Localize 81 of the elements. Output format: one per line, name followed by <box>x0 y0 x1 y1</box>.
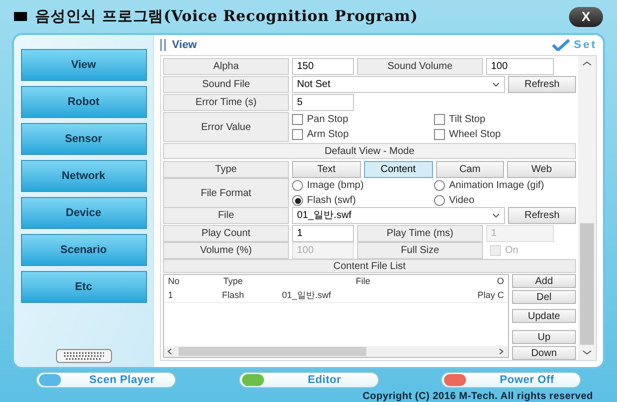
table-cell-text: 01_일반.swf <box>281 289 332 302</box>
file-label: File <box>163 207 289 224</box>
play-time-field: 1 <box>486 225 554 242</box>
list-button[interactable]: Add <box>512 274 576 288</box>
volume-label: Volume (%) <box>163 242 289 259</box>
chevron-icon <box>492 82 500 87</box>
footer-button[interactable]: Editor <box>238 372 378 388</box>
menu-button[interactable]: Robot <box>20 86 146 118</box>
checkbox[interactable] <box>292 129 303 140</box>
copyright-text: Copyright (C) 2016 M-Tech. All rights reserved <box>362 390 593 402</box>
list-button[interactable]: Down <box>512 346 576 360</box>
list-button[interactable]: Update <box>512 309 576 323</box>
window-title: 음성인식 프로그램(Voice Recognition Program) <box>35 6 418 28</box>
file-dropdown[interactable]: 01_일반.swf <box>292 207 505 224</box>
panel-title: View <box>172 38 197 53</box>
sound-file-label: Sound File <box>163 76 289 93</box>
type-tab[interactable]: Text <box>292 161 361 178</box>
refresh-button[interactable]: Refresh <box>508 76 576 93</box>
checkbox[interactable] <box>434 114 445 125</box>
table-row[interactable]: 1 Flash 01_일반.swf Play C <box>164 289 508 303</box>
menu-button[interactable]: Network <box>20 160 146 192</box>
content-list-title: Content File List <box>163 259 576 273</box>
radio-label: Video <box>449 194 474 208</box>
error-time-label: Error Time (s) <box>163 94 289 111</box>
play-count-field[interactable]: 1 <box>292 225 354 242</box>
checkbox-label: Pan Stop <box>307 113 348 127</box>
vertical-scrollbar[interactable] <box>578 56 596 360</box>
play-time-label: Play Time (ms) <box>357 225 483 242</box>
horizontal-scrollbar[interactable] <box>164 346 508 357</box>
radio-label: Flash (swf) <box>307 194 356 208</box>
footer-button[interactable]: Power Off <box>441 372 581 388</box>
radio-button[interactable] <box>434 180 445 191</box>
checkbox[interactable] <box>434 129 445 140</box>
menu-button[interactable]: Sensor <box>20 123 146 155</box>
column-header: File <box>354 275 372 288</box>
table-cell-text: Flash <box>220 289 245 302</box>
checkbox-label: On <box>505 244 518 258</box>
checkbox-label: Tilt Stop <box>449 113 486 127</box>
square-icon <box>14 12 27 21</box>
file-format-label: File Format <box>163 178 289 208</box>
radio-label: Animation Image (gif) <box>449 179 544 193</box>
table-cell-text: 1 <box>167 289 174 302</box>
type-tab[interactable]: Cam <box>436 161 504 178</box>
alpha-field[interactable]: 150 <box>292 58 354 75</box>
keyboard-icon[interactable] <box>56 349 112 363</box>
alpha-label: Alpha <box>163 58 289 75</box>
sound-file-dropdown[interactable]: Not Set <box>292 76 505 93</box>
mode-header: Default View - Mode <box>163 143 576 159</box>
menu-button[interactable]: Scenario <box>20 234 146 266</box>
sound-volume-field[interactable]: 100 <box>486 58 554 75</box>
type-label: Type <box>163 161 289 178</box>
menu-button[interactable]: View <box>20 49 146 81</box>
play-count-label: Play Count <box>163 225 289 242</box>
refresh-button[interactable]: Refresh <box>508 207 576 224</box>
checkbox[interactable] <box>292 114 303 125</box>
volume-field: 100 <box>292 242 354 259</box>
chevron-icon <box>492 213 500 218</box>
error-time-field[interactable]: 5 <box>292 94 354 111</box>
table-cell-text: Play C <box>476 289 505 302</box>
column-header: O <box>496 275 505 288</box>
checkbox-label: Wheel Stop <box>449 128 501 142</box>
column-header: Type <box>222 275 244 288</box>
close-button[interactable]: X <box>569 6 603 26</box>
list-button[interactable]: Up <box>512 330 576 344</box>
menu-button[interactable]: Etc <box>20 271 146 303</box>
checkbox-label: Arm Stop <box>307 128 349 142</box>
column-header: No <box>167 275 181 288</box>
error-value-label: Error Value <box>163 112 289 142</box>
radio-button[interactable] <box>292 180 303 191</box>
radio-button[interactable] <box>292 195 303 206</box>
sound-volume-label: Sound Volume <box>357 58 483 75</box>
type-tab[interactable]: Content <box>364 161 432 178</box>
radio-label: Image (bmp) <box>307 179 364 193</box>
check-icon <box>552 39 570 51</box>
bars-icon <box>160 39 168 51</box>
full-size-label: Full Size <box>357 242 483 259</box>
menu-button[interactable]: Device <box>20 197 146 229</box>
list-button[interactable]: Del <box>512 290 576 304</box>
footer-button[interactable]: Scen Player <box>36 372 176 388</box>
type-tab[interactable]: Web <box>507 161 576 178</box>
radio-button[interactable] <box>434 195 445 206</box>
